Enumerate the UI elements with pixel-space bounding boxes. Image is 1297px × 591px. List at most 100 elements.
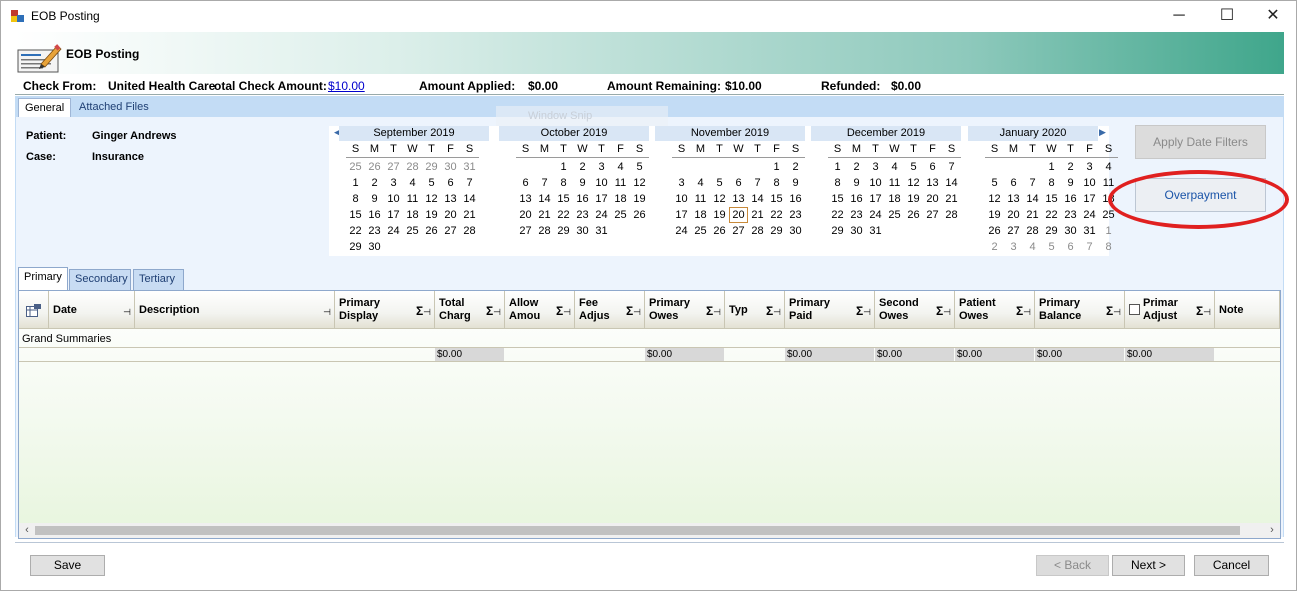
calendar-day[interactable]: 17	[1080, 191, 1099, 207]
calendar-day[interactable]: 29	[828, 223, 847, 239]
pin-icon[interactable]: ⊣	[713, 307, 721, 317]
calendar-day[interactable]: 4	[1099, 159, 1118, 175]
calendar-day[interactable]: 4	[611, 159, 630, 175]
calendar-day[interactable]: 22	[346, 223, 365, 239]
eob-grid[interactable]: Date ⊣ Description ⊣ Primary Display Σ⊣ Total Ch…	[18, 290, 1281, 539]
calendar-day[interactable]: 19	[904, 191, 923, 207]
calendar-day[interactable]: 25	[1099, 207, 1118, 223]
primary-adjust-checkbox[interactable]	[1129, 304, 1140, 315]
calendar-day[interactable]: 9	[847, 175, 866, 191]
calendar-day[interactable]: 21	[535, 207, 554, 223]
calendar-day[interactable]: 21	[942, 191, 961, 207]
column-header-primary-owes[interactable]: Primary Owes Σ⊣	[645, 291, 725, 329]
calendar-day[interactable]: 9	[365, 191, 384, 207]
calendar-day[interactable]: 15	[554, 191, 573, 207]
calendar-day[interactable]: 7	[1023, 175, 1042, 191]
calendar-day[interactable]: 19	[710, 207, 729, 223]
calendar-day[interactable]: 7	[535, 175, 554, 191]
calendar-day[interactable]: 13	[516, 191, 535, 207]
calendar-day[interactable]: 22	[1042, 207, 1061, 223]
calendar-day[interactable]: 8	[767, 175, 786, 191]
calendar-day[interactable]: 23	[573, 207, 592, 223]
calendar-day[interactable]: 1	[346, 175, 365, 191]
column-chooser[interactable]	[19, 291, 49, 329]
minimize-button[interactable]: ─	[1156, 1, 1202, 31]
calendar-day[interactable]: 25	[403, 223, 422, 239]
calendar-day[interactable]: 10	[672, 191, 691, 207]
pin-icon[interactable]: ⊣	[563, 307, 571, 317]
close-button[interactable]: ✕	[1250, 1, 1296, 31]
cancel-button[interactable]: Cancel	[1194, 555, 1269, 576]
calendar-day[interactable]: 5	[904, 159, 923, 175]
calendar-day[interactable]: 14	[748, 191, 767, 207]
calendar-day[interactable]: 26	[710, 223, 729, 239]
calendar-day[interactable]: 27	[441, 223, 460, 239]
overpayment-button[interactable]: Overpayment	[1135, 178, 1266, 212]
calendar-day[interactable]: 29	[422, 159, 441, 175]
calendar-day[interactable]: 12	[422, 191, 441, 207]
calendar-day[interactable]: 6	[516, 175, 535, 191]
calendar-day[interactable]: 18	[1099, 191, 1118, 207]
calendar-day[interactable]: 4	[1023, 239, 1042, 255]
calendar-day[interactable]: 17	[672, 207, 691, 223]
calendar-day[interactable]: 6	[1004, 175, 1023, 191]
calendar-day[interactable]: 1	[1042, 159, 1061, 175]
calendar-day[interactable]: 12	[710, 191, 729, 207]
calendar-day[interactable]: 23	[786, 207, 805, 223]
pin-icon[interactable]: ⊣	[493, 307, 501, 317]
calendar-day[interactable]: 5	[630, 159, 649, 175]
calendar-day[interactable]: 18	[611, 191, 630, 207]
calendar-day[interactable]: 17	[592, 191, 611, 207]
subtab-primary[interactable]: Primary	[18, 267, 68, 290]
calendar-day[interactable]: 2	[365, 175, 384, 191]
pin-icon[interactable]: ⊣	[633, 307, 641, 317]
calendar-day[interactable]: 31	[1080, 223, 1099, 239]
calendar-day[interactable]: 22	[554, 207, 573, 223]
calendar-day[interactable]: 12	[985, 191, 1004, 207]
calendar-day[interactable]: 8	[346, 191, 365, 207]
calendar-next-icon[interactable]: ▶	[1099, 127, 1106, 138]
calendar-day[interactable]: 6	[441, 175, 460, 191]
calendar-day[interactable]: 6	[729, 175, 748, 191]
calendar-day[interactable]: 4	[885, 159, 904, 175]
calendar-day[interactable]: 30	[847, 223, 866, 239]
calendar-day[interactable]: 10	[384, 191, 403, 207]
calendar-day[interactable]: 2	[786, 159, 805, 175]
calendar-day[interactable]: 8	[828, 175, 847, 191]
column-header-primary-paid[interactable]: Primary Paid Σ⊣	[785, 291, 875, 329]
calendar-day[interactable]: 24	[672, 223, 691, 239]
calendar-day[interactable]: 30	[365, 239, 384, 255]
scroll-right-icon[interactable]: ›	[1264, 523, 1280, 538]
calendar-day[interactable]: 8	[554, 175, 573, 191]
calendar-day[interactable]: 25	[691, 223, 710, 239]
calendar-day[interactable]: 20	[441, 207, 460, 223]
calendar-day[interactable]: 28	[535, 223, 554, 239]
calendar-day[interactable]: 24	[1080, 207, 1099, 223]
calendar-day[interactable]: 29	[1042, 223, 1061, 239]
calendar-day[interactable]: 31	[460, 159, 479, 175]
calendar-day[interactable]: 20	[1004, 207, 1023, 223]
calendar-day[interactable]: 18	[885, 191, 904, 207]
calendar-day[interactable]: 23	[365, 223, 384, 239]
pin-icon[interactable]: ⊣	[1023, 307, 1031, 317]
calendar-day[interactable]: 27	[1004, 223, 1023, 239]
calendar-day[interactable]: 19	[985, 207, 1004, 223]
calendar-day[interactable]: 15	[1042, 191, 1061, 207]
calendar-day[interactable]: 6	[923, 159, 942, 175]
calendar-day[interactable]: 14	[1023, 191, 1042, 207]
tab-general[interactable]: General	[18, 98, 72, 117]
back-button[interactable]: < Back	[1036, 555, 1109, 576]
calendar-day[interactable]: 1	[828, 159, 847, 175]
calendar-day[interactable]: 14	[942, 175, 961, 191]
calendar-day[interactable]: 3	[384, 175, 403, 191]
calendar-day[interactable]: 9	[1061, 175, 1080, 191]
calendar-day[interactable]: 1	[767, 159, 786, 175]
calendar-day[interactable]: 18	[403, 207, 422, 223]
calendar-day[interactable]: 29	[767, 223, 786, 239]
column-header-primary-display[interactable]: Primary Display Σ⊣	[335, 291, 435, 329]
calendar-day[interactable]: 20	[516, 207, 535, 223]
calendar-day[interactable]: 25	[885, 207, 904, 223]
calendar-day[interactable]: 21	[460, 207, 479, 223]
calendar-day[interactable]: 28	[748, 223, 767, 239]
calendar-day[interactable]: 31	[592, 223, 611, 239]
